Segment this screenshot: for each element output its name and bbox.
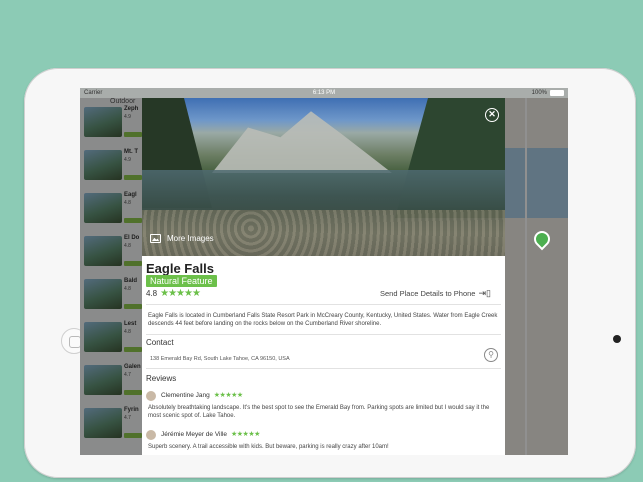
review-author: Clementine Jang <box>161 392 210 399</box>
send-to-phone-icon: ⇥▯ <box>478 288 491 298</box>
review-author: Jérémie Meyer de Ville <box>161 431 227 438</box>
review-text: Absolutely breathtaking landscape. It's … <box>148 405 490 419</box>
battery-icon <box>550 90 564 96</box>
battery-percent: 100% <box>531 90 547 96</box>
contact-heading: Contact <box>146 338 174 347</box>
address-text[interactable]: 138 Emerald Bay Rd, South Lake Tahoe, CA… <box>150 356 290 362</box>
review-author-row: Clementine Jang ★★★★★ <box>161 391 243 399</box>
clock: 6:13 PM <box>312 90 336 96</box>
category-badge: Natural Feature <box>146 275 217 287</box>
divider <box>146 368 501 369</box>
more-images-button[interactable]: More Images <box>150 234 214 243</box>
star-rating-icon: ★★★★★ <box>160 288 201 299</box>
place-title: Eagle Falls <box>146 261 214 276</box>
review-stars-icon: ★★★★★ <box>213 392 243 399</box>
review-author-row: Jérémie Meyer de Ville ★★★★★ <box>161 430 260 438</box>
camera-dot <box>613 335 621 343</box>
place-description: Eagle Falls is located in Cumberland Fal… <box>148 313 498 327</box>
place-detail-modal: More Images ✕ Eagle Falls Natural Featur… <box>142 98 505 455</box>
more-images-label: More Images <box>167 234 214 243</box>
lake-shape <box>142 170 505 210</box>
app-screen: Outdoor Zeph 4.9 Mt. T 4.9 Eagl 4.8 El D… <box>80 88 568 455</box>
location-pin-icon[interactable]: ⚲ <box>484 348 498 362</box>
review-stars-icon: ★★★★★ <box>231 431 260 438</box>
rating-row: 4.8 ★★★★★ <box>146 288 201 299</box>
rocks-shape <box>142 210 505 256</box>
close-icon[interactable]: ✕ <box>485 108 499 122</box>
review-text: Superb scenery. A trail accessible with … <box>148 444 389 450</box>
avatar <box>146 430 156 440</box>
avatar <box>146 391 156 401</box>
divider <box>146 304 501 305</box>
image-icon <box>150 234 161 243</box>
rating-value: 4.8 <box>146 289 158 298</box>
mountain-shape <box>212 111 392 173</box>
carrier-label: Carrier <box>84 90 103 96</box>
status-bar: Carrier 6:13 PM 100% <box>80 88 568 98</box>
send-to-phone-label: Send Place Details to Phone <box>380 289 476 298</box>
reviews-heading: Reviews <box>146 374 177 383</box>
divider <box>146 334 501 335</box>
place-hero-image[interactable]: More Images ✕ <box>142 98 505 256</box>
send-to-phone-button[interactable]: Send Place Details to Phone ⇥▯ <box>380 288 491 299</box>
